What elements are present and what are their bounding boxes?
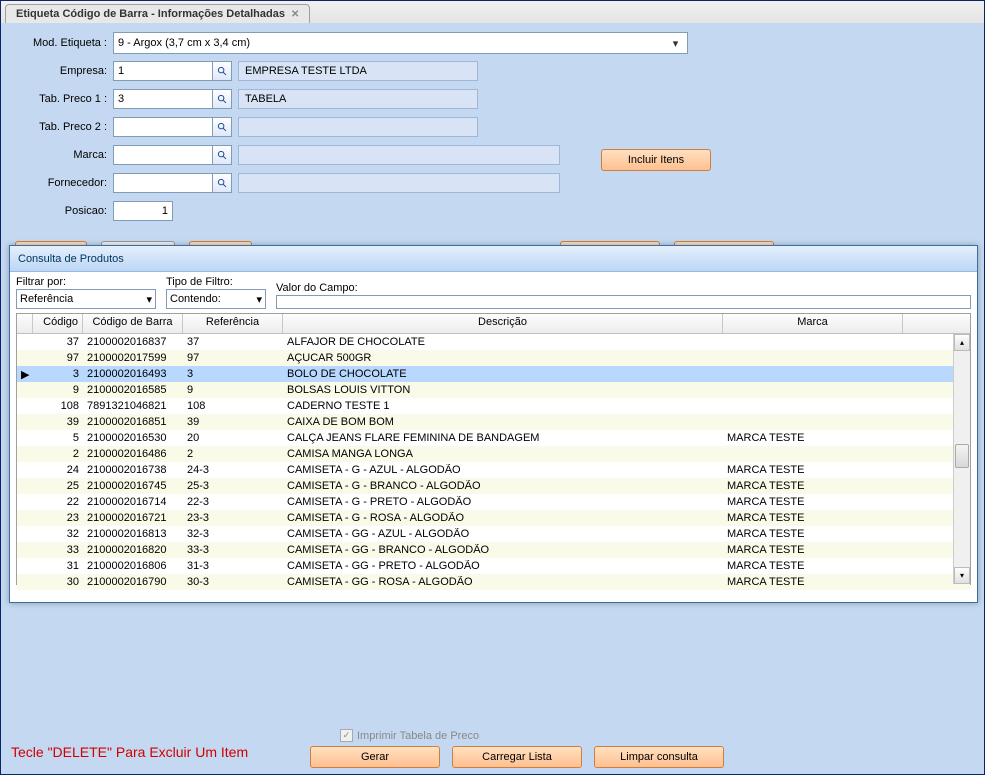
carregar-lista-button[interactable]: Carregar Lista <box>452 746 582 768</box>
tab-preco1-lookup-button[interactable] <box>212 89 232 109</box>
tab-strip: Etiqueta Código de Barra - Informações D… <box>1 1 984 23</box>
delete-hint: Tecle "DELETE" Para Excluir Um Item <box>11 744 248 760</box>
label-filtrar-por: Filtrar por: <box>16 276 156 288</box>
grid-header: Código Código de Barra Referência Descri… <box>17 314 970 334</box>
incluir-itens-button[interactable]: Incluir Itens <box>601 149 711 171</box>
label-mod-etiqueta: Mod. Etiqueta : <box>13 37 113 49</box>
marca-lookup-button[interactable] <box>212 145 232 165</box>
main-window: Etiqueta Código de Barra - Informações D… <box>0 0 985 775</box>
label-posicao: Posicao: <box>13 205 113 217</box>
chevron-down-icon: ▾ <box>146 293 152 306</box>
empresa-input[interactable] <box>113 61 213 81</box>
marca-name <box>238 145 560 165</box>
table-row[interactable]: 921000020165859BOLSAS LOUIS VITTON <box>17 382 970 398</box>
search-icon <box>217 150 228 161</box>
table-row[interactable]: 25210000201674525-3CAMISETA - G - BRANCO… <box>17 478 970 494</box>
table-row[interactable]: 37210000201683737ALFAJOR DE CHOCOLATE <box>17 334 970 350</box>
table-row[interactable]: 39210000201685139CAIXA DE BOM BOM <box>17 414 970 430</box>
table-row[interactable]: 23210000201672123-3CAMISETA - G - ROSA -… <box>17 510 970 526</box>
search-icon <box>217 94 228 105</box>
label-tipo-filtro: Tipo de Filtro: <box>166 276 266 288</box>
vertical-scrollbar[interactable]: ▴ ▾ <box>953 334 970 584</box>
label-empresa: Empresa: <box>13 65 113 77</box>
fornecedor-name <box>238 173 560 193</box>
product-grid: Código Código de Barra Referência Descri… <box>16 313 971 585</box>
table-row[interactable]: 32210000201681332-3CAMISETA - GG - AZUL … <box>17 526 970 542</box>
imprimir-label: Imprimir Tabela de Preco <box>357 730 479 742</box>
label-fornecedor: Fornecedor: <box>13 177 113 189</box>
gerar-button[interactable]: Gerar <box>310 746 440 768</box>
marca-input[interactable] <box>113 145 213 165</box>
table-row[interactable]: 22210000201671422-3CAMISETA - G - PRETO … <box>17 494 970 510</box>
col-codigo[interactable]: Código <box>33 314 83 333</box>
tab-preco1-name: TABELA <box>238 89 478 109</box>
table-row[interactable]: 1087891321046821108CADERNO TESTE 1 <box>17 398 970 414</box>
window-title: Etiqueta Código de Barra - Informações D… <box>16 8 285 20</box>
form-area: Mod. Etiqueta : 9 - Argox (3,7 cm x 3,4 … <box>1 23 984 235</box>
search-icon <box>217 66 228 77</box>
close-icon[interactable]: ✕ <box>291 9 299 20</box>
tipo-filtro-select[interactable]: Contendo: ▾ <box>166 289 266 309</box>
col-marca[interactable]: Marca <box>723 314 903 333</box>
mod-etiqueta-select[interactable]: 9 - Argox (3,7 cm x 3,4 cm) ▾ <box>113 32 688 54</box>
table-row[interactable]: 97210000201759997AÇUCAR 500GR <box>17 350 970 366</box>
valor-campo-input[interactable] <box>276 295 971 309</box>
tab-preco2-name <box>238 117 478 137</box>
empresa-lookup-button[interactable] <box>212 61 232 81</box>
label-marca: Marca: <box>13 149 113 161</box>
tab-preco2-input[interactable] <box>113 117 213 137</box>
table-row[interactable]: 5210000201653020CALÇA JEANS FLARE FEMINI… <box>17 430 970 446</box>
chevron-down-icon: ▾ <box>256 293 262 306</box>
window-tab[interactable]: Etiqueta Código de Barra - Informações D… <box>5 4 310 23</box>
label-tab-preco2: Tab. Preco 2 : <box>13 121 113 133</box>
filtrar-por-select[interactable]: Referência ▾ <box>16 289 156 309</box>
posicao-input[interactable] <box>113 201 173 221</box>
table-row[interactable]: 31210000201680631-3CAMISETA - GG - PRETO… <box>17 558 970 574</box>
chevron-down-icon: ▾ <box>668 37 683 50</box>
fornecedor-input[interactable] <box>113 173 213 193</box>
imprimir-checkbox-row[interactable]: ✓ Imprimir Tabela de Preco <box>340 729 724 742</box>
fornecedor-lookup-button[interactable] <box>212 173 232 193</box>
empresa-name: EMPRESA TESTE LTDA <box>238 61 478 81</box>
table-row[interactable]: 24210000201673824-3CAMISETA - G - AZUL -… <box>17 462 970 478</box>
table-row[interactable]: 30210000201679030-3CAMISETA - GG - ROSA … <box>17 574 970 590</box>
scroll-up-icon[interactable]: ▴ <box>954 334 970 351</box>
table-row[interactable]: ▶321000020164933BOLO DE CHOCOLATE <box>17 366 970 382</box>
col-descricao[interactable]: Descrição <box>283 314 723 333</box>
limpar-consulta-button[interactable]: Limpar consulta <box>594 746 724 768</box>
col-codigo-barra[interactable]: Código de Barra <box>83 314 183 333</box>
col-referencia[interactable]: Referência <box>183 314 283 333</box>
search-icon <box>217 122 228 133</box>
checkbox-icon[interactable]: ✓ <box>340 729 353 742</box>
consulta-produtos-dialog: Consulta de Produtos Filtrar por: Referê… <box>9 245 978 603</box>
search-icon <box>217 178 228 189</box>
table-row[interactable]: 221000020164862CAMISA MANGA LONGA <box>17 446 970 462</box>
dialog-title: Consulta de Produtos <box>10 246 977 272</box>
scroll-thumb[interactable] <box>955 444 969 468</box>
scroll-down-icon[interactable]: ▾ <box>954 567 970 584</box>
label-valor-campo: Valor do Campo: <box>276 282 971 294</box>
tab-preco1-input[interactable] <box>113 89 213 109</box>
table-row[interactable]: 33210000201682033-3CAMISETA - GG - BRANC… <box>17 542 970 558</box>
label-tab-preco1: Tab. Preco 1 : <box>13 93 113 105</box>
tab-preco2-lookup-button[interactable] <box>212 117 232 137</box>
